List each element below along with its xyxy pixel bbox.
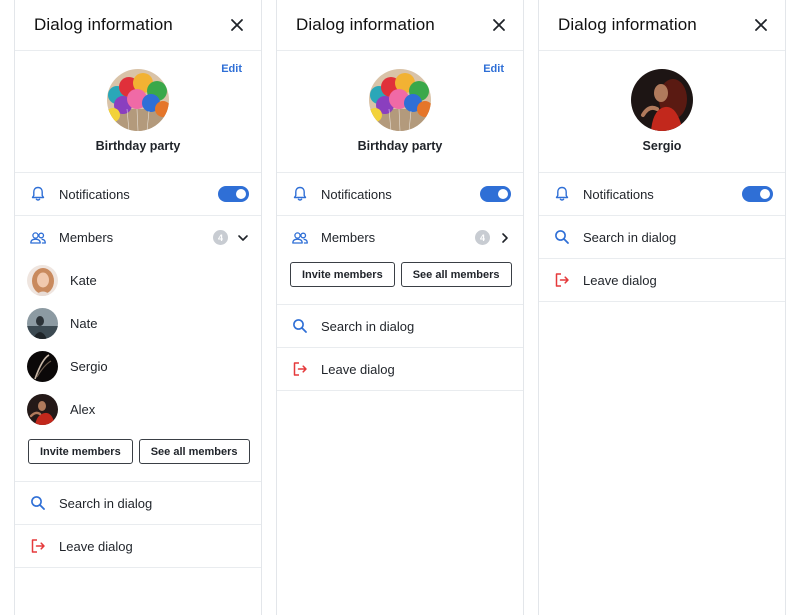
edit-link[interactable]: Edit: [483, 63, 504, 75]
leave-label: Leave dialog: [583, 272, 657, 288]
close-icon[interactable]: [229, 17, 245, 33]
members-count-badge: 4: [213, 230, 228, 245]
bell-icon: [553, 185, 571, 203]
notifications-toggle[interactable]: [218, 186, 249, 202]
members-icon: [29, 229, 47, 247]
edit-link[interactable]: Edit: [221, 63, 242, 75]
search-in-dialog-row[interactable]: Search in dialog: [539, 216, 785, 259]
profile-section: Edit Birthday party: [277, 51, 523, 173]
search-label: Search in dialog: [321, 318, 415, 334]
notifications-toggle[interactable]: [480, 186, 511, 202]
leave-dialog-row[interactable]: Leave dialog: [277, 348, 523, 391]
notifications-row: Notifications: [539, 173, 785, 216]
see-all-members-button[interactable]: See all members: [138, 439, 250, 464]
search-icon: [553, 228, 571, 246]
profile-section: Sergio: [539, 51, 785, 173]
members-row[interactable]: Members 4: [277, 216, 523, 259]
dialog-info-panel-direct: Dialog information Sergio Notifications …: [538, 0, 786, 615]
member-name: Sergio: [70, 359, 108, 374]
panel-title: Dialog information: [558, 15, 697, 34]
bell-icon: [291, 185, 309, 203]
avatar: [27, 308, 58, 339]
member-name: Nate: [70, 316, 98, 331]
dialog-name: Sergio: [642, 139, 682, 153]
member-actions: Invite members See all members: [15, 431, 261, 482]
search-in-dialog-row[interactable]: Search in dialog: [277, 305, 523, 348]
chevron-right-icon[interactable]: [499, 232, 511, 244]
panel-title: Dialog information: [296, 15, 435, 34]
panel-header: Dialog information: [15, 0, 261, 51]
search-icon: [29, 494, 47, 512]
search-label: Search in dialog: [59, 495, 153, 511]
invite-members-button[interactable]: Invite members: [290, 262, 395, 287]
members-label: Members: [321, 230, 376, 245]
leave-icon: [553, 271, 571, 289]
notifications-label: Notifications: [59, 186, 130, 202]
chevron-down-icon[interactable]: [237, 232, 249, 244]
see-all-members-button[interactable]: See all members: [400, 262, 512, 287]
members-label: Members: [59, 230, 114, 245]
profile-section: Edit Birthday party: [15, 51, 261, 173]
avatar: [27, 351, 58, 382]
close-icon[interactable]: [491, 17, 507, 33]
panel-header: Dialog information: [539, 0, 785, 51]
member-name: Kate: [70, 273, 97, 288]
member-name: Alex: [70, 402, 96, 417]
avatar: [27, 265, 58, 296]
dialog-info-panel-expanded: Dialog information Edit Birthday party N…: [14, 0, 262, 615]
search-in-dialog-row[interactable]: Search in dialog: [15, 482, 261, 525]
member-item[interactable]: Nate: [15, 302, 261, 345]
dialog-name: Birthday party: [357, 139, 443, 153]
bell-icon: [29, 185, 47, 203]
leave-dialog-row[interactable]: Leave dialog: [15, 525, 261, 568]
members-count-badge: 4: [475, 230, 490, 245]
search-icon: [291, 317, 309, 335]
members-icon: [291, 229, 309, 247]
dialog-info-panel-collapsed: Dialog information Edit Birthday party N…: [276, 0, 524, 615]
leave-icon: [291, 360, 309, 378]
avatar: [27, 394, 58, 425]
invite-members-button[interactable]: Invite members: [28, 439, 133, 464]
user-avatar: [631, 69, 693, 131]
dialog-name: Birthday party: [95, 139, 181, 153]
panel-header: Dialog information: [277, 0, 523, 51]
group-avatar: [369, 69, 431, 131]
member-item[interactable]: Kate: [15, 259, 261, 302]
notifications-row: Notifications: [277, 173, 523, 216]
leave-icon: [29, 537, 47, 555]
leave-label: Leave dialog: [321, 361, 395, 377]
search-label: Search in dialog: [583, 229, 677, 245]
notifications-label: Notifications: [321, 186, 392, 202]
member-item[interactable]: Alex: [15, 388, 261, 431]
notifications-toggle[interactable]: [742, 186, 773, 202]
leave-dialog-row[interactable]: Leave dialog: [539, 259, 785, 302]
member-item[interactable]: Sergio: [15, 345, 261, 388]
member-actions: Invite members See all members: [277, 259, 523, 305]
group-avatar: [107, 69, 169, 131]
panel-title: Dialog information: [34, 15, 173, 34]
leave-label: Leave dialog: [59, 538, 133, 554]
notifications-row: Notifications: [15, 173, 261, 216]
close-icon[interactable]: [753, 17, 769, 33]
members-row[interactable]: Members 4: [15, 216, 261, 259]
notifications-label: Notifications: [583, 186, 654, 202]
